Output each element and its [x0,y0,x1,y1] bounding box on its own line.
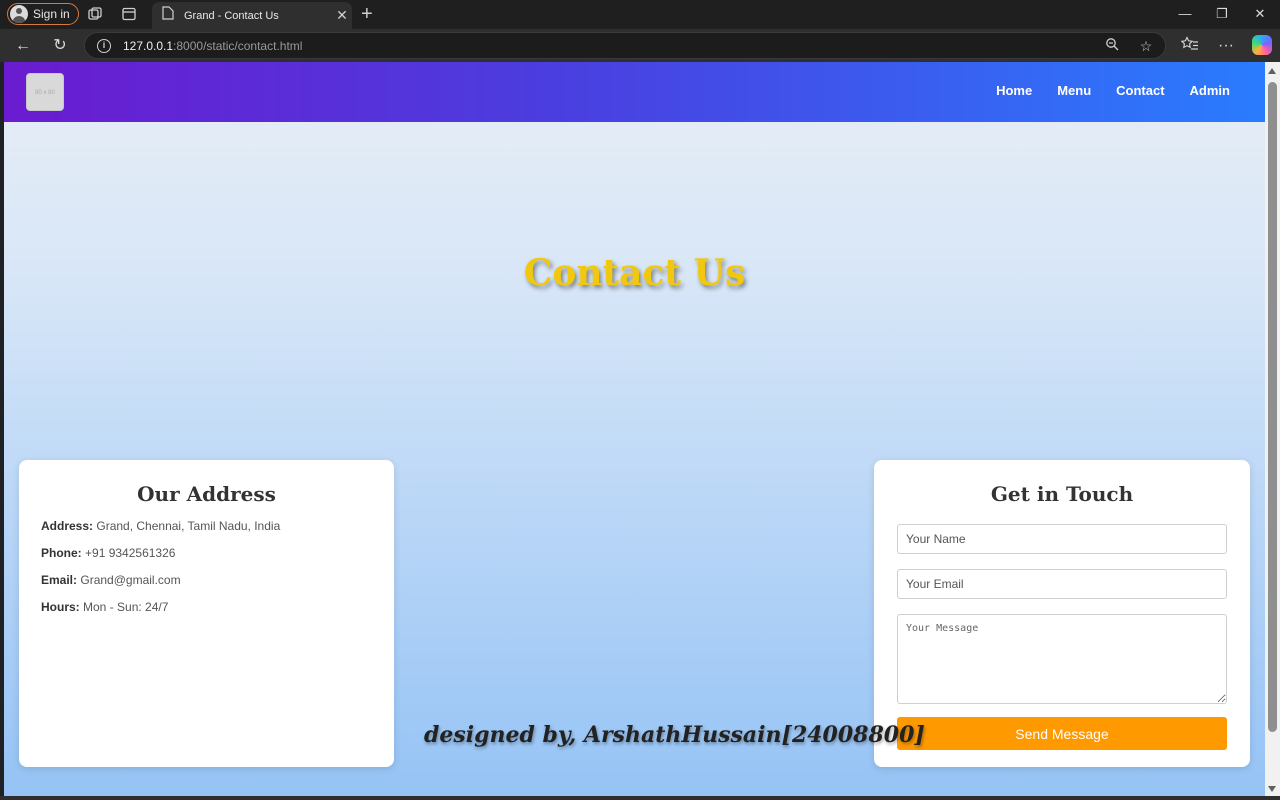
address-details: Address: Grand, Chennai, Tamil Nadu, Ind… [41,519,394,614]
reload-icon[interactable]: ↻ [50,36,70,56]
contact-form: Send Message [897,524,1227,750]
nav-admin[interactable]: Admin [1190,83,1230,98]
hours-label: Hours: [41,600,80,614]
browser-toolbar: ← ↻ i 127.0.0.1:8000/static/contact.html… [0,29,1280,62]
nav-menu[interactable]: Menu [1057,83,1091,98]
phone-value: +91 9342561326 [85,546,176,560]
browser-titlebar: Sign in Grand - Contact Us ✕ + — ❐ ✕ [0,0,1280,29]
page-viewport: 80 x 80 Home Menu Contact Admin Contact … [4,62,1265,796]
scroll-down-icon[interactable] [1268,786,1276,792]
page-icon [162,6,174,25]
url-host: 127.0.0.1 [123,38,174,53]
address-card-title: Our Address [137,482,276,506]
nav-links: Home Menu Contact Admin [996,83,1230,98]
favorite-star-icon[interactable]: ☆ [1137,37,1155,55]
copilot-icon[interactable] [1252,35,1272,55]
site-info-icon[interactable]: i [97,38,111,53]
window-bottom-edge [0,796,1280,800]
sign-in-button[interactable]: Sign in [7,3,79,25]
address-bar[interactable]: i 127.0.0.1:8000/static/contact.html ☆ [84,32,1166,59]
contact-form-card: Get in Touch Send Message [874,460,1250,767]
email-value: Grand@gmail.com [80,573,181,587]
designer-credit: designed by, ArshathHussain[24008800] [424,722,925,748]
zoom-icon[interactable] [1103,37,1121,55]
message-textarea[interactable] [897,614,1227,704]
url-path: :8000/static/contact.html [173,38,303,53]
sign-in-label: Sign in [33,7,70,21]
minimize-icon[interactable]: — [1175,5,1195,23]
scrollbar-thumb[interactable] [1268,82,1277,732]
phone-label: Phone: [41,546,82,560]
more-options-icon[interactable]: ··· [1216,36,1236,56]
email-label: Email: [41,573,78,587]
tab-actions-icon[interactable] [121,6,137,22]
address-label: Address: [41,519,94,533]
page-scrollbar[interactable] [1265,62,1280,796]
favorites-icon[interactable] [1180,36,1200,56]
active-tab[interactable]: Grand - Contact Us ✕ [152,2,352,29]
restore-icon[interactable]: ❐ [1212,5,1232,23]
hours-row: Hours: Mon - Sun: 24/7 [41,600,394,614]
email-input[interactable] [897,569,1227,599]
scroll-up-icon[interactable] [1268,68,1276,74]
nav-contact[interactable]: Contact [1116,83,1164,98]
send-message-button[interactable]: Send Message [897,717,1227,750]
phone-row: Phone: +91 9342561326 [41,546,394,560]
tab-title: Grand - Contact Us [184,9,279,22]
name-input[interactable] [897,524,1227,554]
page-title: Contact Us [523,252,746,294]
close-tab-icon[interactable]: ✕ [332,7,352,24]
site-logo[interactable]: 80 x 80 [26,73,64,111]
address-card: Our Address Address: Grand, Chennai, Tam… [19,460,394,767]
email-row: Email: Grand@gmail.com [41,573,394,587]
back-icon[interactable]: ← [13,36,33,56]
contact-form-title: Get in Touch [990,482,1134,506]
window-close-icon[interactable]: ✕ [1250,5,1270,23]
address-value: Grand, Chennai, Tamil Nadu, India [96,519,281,533]
workspaces-icon[interactable] [87,6,103,22]
profile-icon [10,5,28,23]
new-tab-icon[interactable]: + [361,3,373,25]
address-row: Address: Grand, Chennai, Tamil Nadu, Ind… [41,519,394,533]
hours-value: Mon - Sun: 24/7 [83,600,169,614]
site-navbar: 80 x 80 Home Menu Contact Admin [4,62,1265,122]
nav-home[interactable]: Home [996,83,1032,98]
